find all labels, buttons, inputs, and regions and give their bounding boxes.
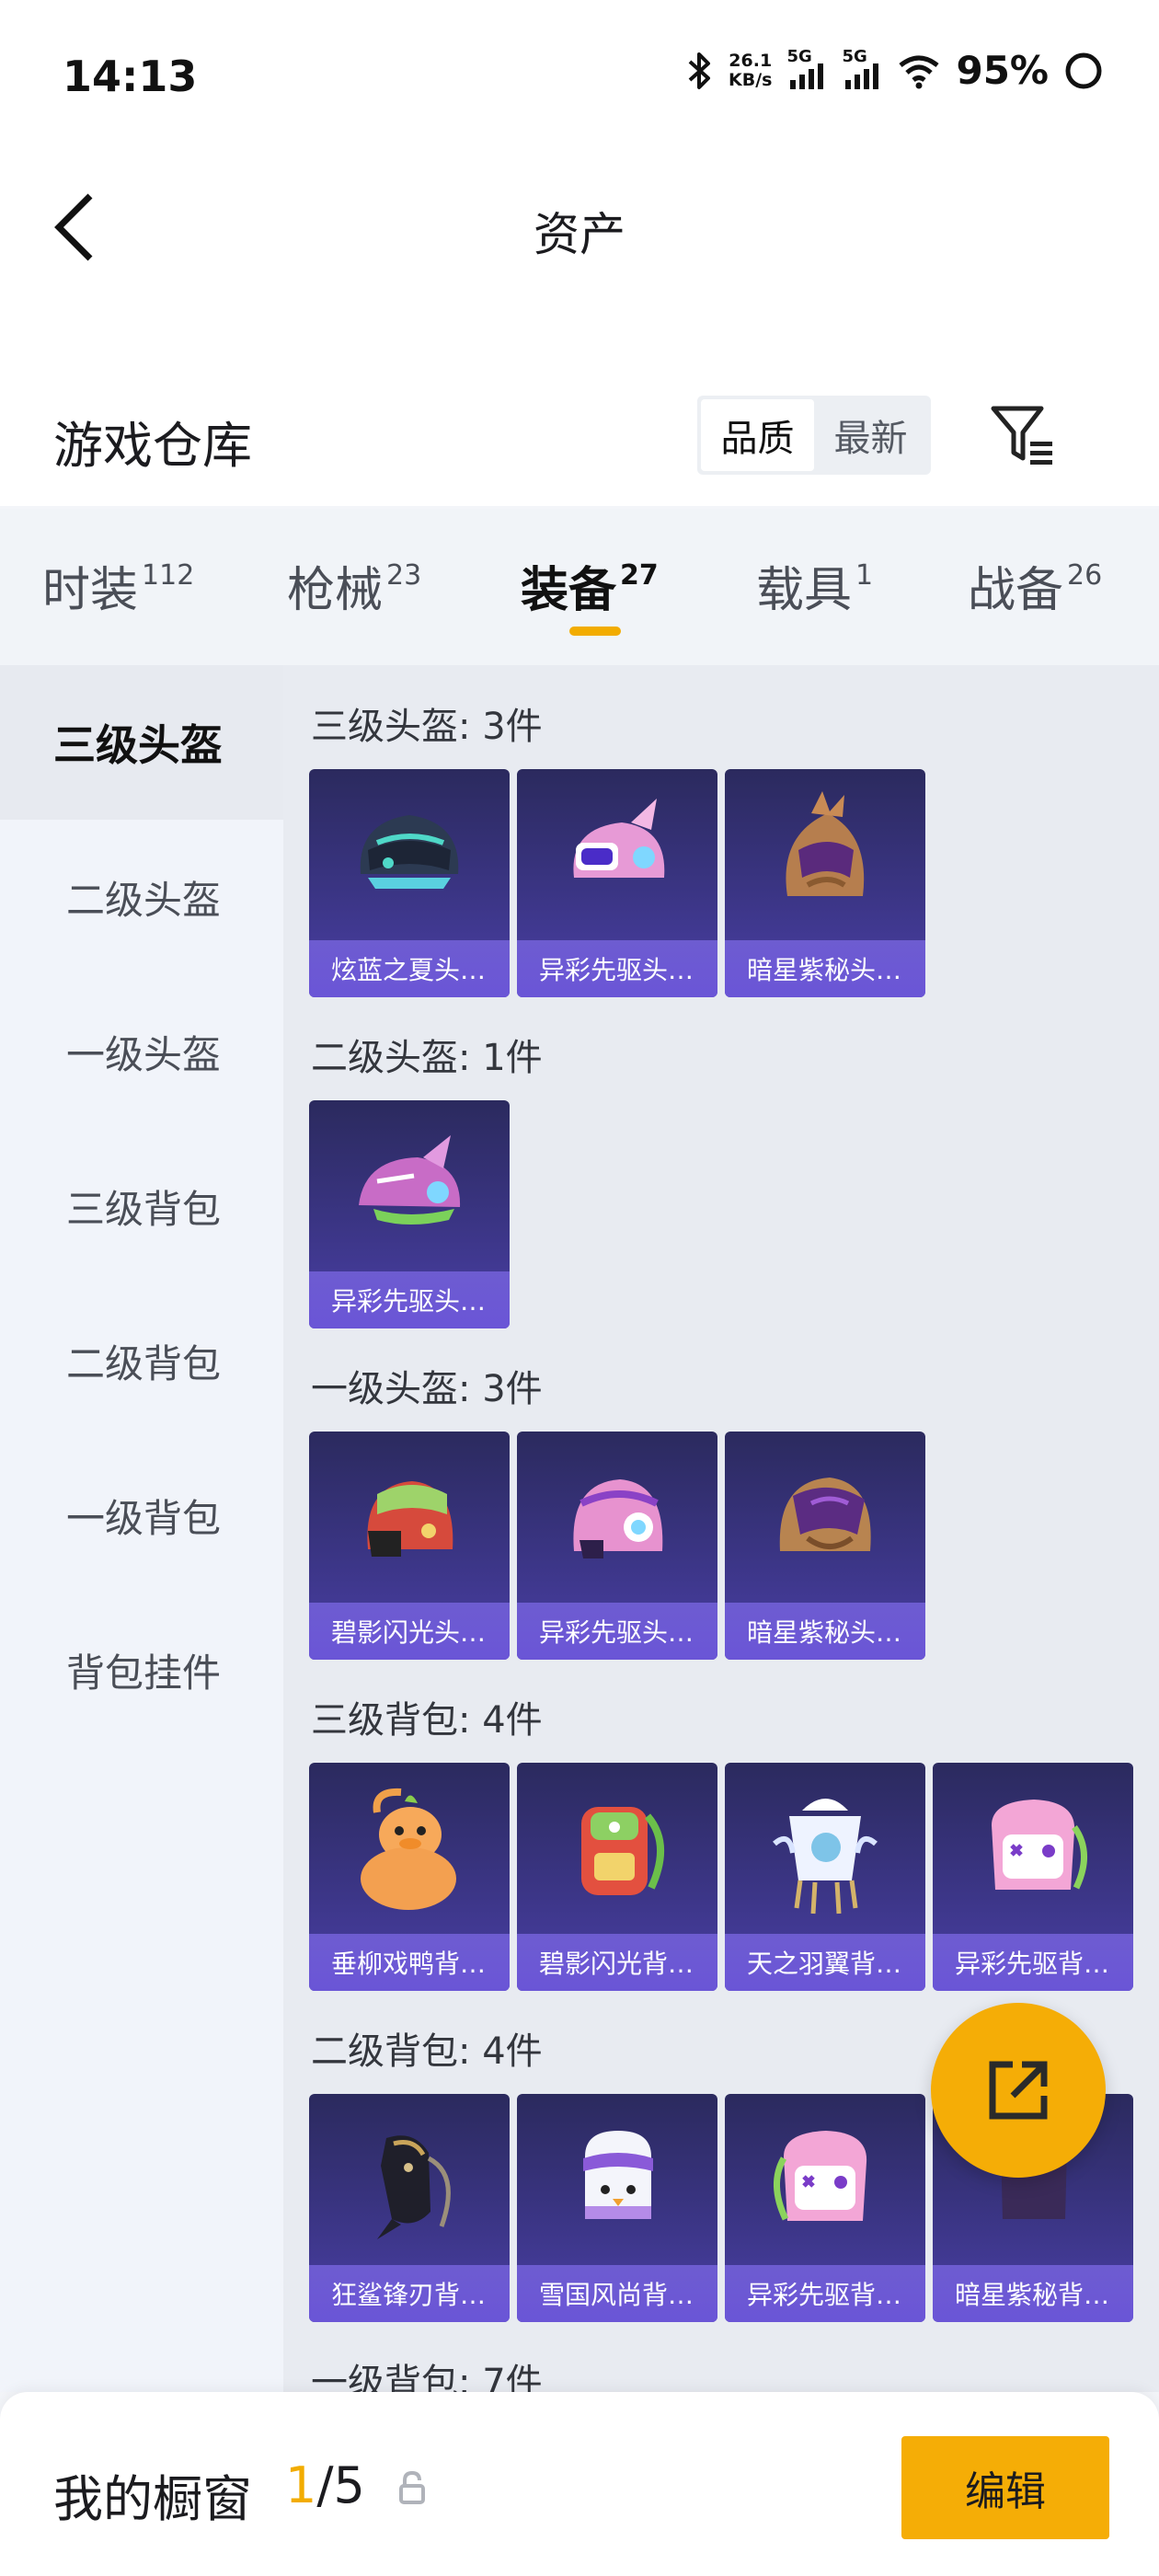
helmet-icon [779, 1478, 871, 1551]
item-name: 炫蓝之夏头… [309, 940, 510, 997]
signal-bars-icon [790, 63, 824, 89]
edit-button[interactable]: 编辑 [901, 2436, 1109, 2539]
tab-weapons[interactable]: 枪械 23 [287, 551, 421, 620]
backpack-icon [773, 2131, 867, 2221]
item-card[interactable]: 暗星紫秘头… [725, 769, 925, 997]
category-sidebar: 三级头盔 二级头盔 一级头盔 三级背包 二级背包 一级背包 背包挂件 [0, 665, 283, 2392]
status-icons: 26.1 KB/s 5G 5G 95% [686, 47, 1104, 93]
sidebar-item-lvl1-backpack[interactable]: 一级背包 [0, 1438, 283, 1593]
signal-2: 5G [842, 47, 882, 91]
showcase-label: 我的橱窗 [53, 2470, 252, 2528]
tab-supplies[interactable]: 战备 26 [968, 551, 1102, 620]
item-card[interactable]: 异彩先驱头… [517, 1432, 717, 1660]
backpack-icon [361, 1788, 456, 1910]
item-card[interactable]: 碧影闪光背… [517, 1763, 717, 1991]
group-label: 三级头盔: 3件 [311, 706, 543, 748]
group-label: 三级背包: 4件 [311, 1699, 543, 1742]
active-tab-indicator [569, 627, 621, 636]
helmet-icon [360, 815, 459, 889]
tab-fashion[interactable]: 时装 112 [42, 551, 194, 620]
item-name: 异彩先驱头… [517, 940, 717, 997]
item-name: 异彩先驱头… [309, 1271, 510, 1328]
sidebar-item-lvl3-helmet[interactable]: 三级头盔 [0, 665, 283, 820]
battery-icon [1065, 52, 1102, 88]
item-card[interactable]: 垂柳戏鸭背… [309, 1763, 510, 1991]
sidebar-item-lvl3-backpack[interactable]: 三级背包 [0, 1129, 283, 1283]
backpack-icon [583, 2131, 653, 2219]
sidebar-item-backpack-charm[interactable]: 背包挂件 [0, 1593, 283, 1747]
item-name: 暗星紫秘头… [725, 940, 925, 997]
helmet-icon [573, 1479, 663, 1558]
showcase-count: 1/5 [285, 2456, 365, 2514]
signal-bars-icon [845, 63, 879, 89]
item-name: 垂柳戏鸭背… [309, 1934, 510, 1991]
item-card[interactable]: 异彩先驱头… [517, 769, 717, 997]
item-name: 天之羽翼背… [725, 1934, 925, 1991]
sidebar-item-lvl2-helmet[interactable]: 二级头盔 [0, 820, 283, 974]
item-card[interactable]: 狂鲨锋刃背… [309, 2094, 510, 2322]
filter-icon [991, 406, 1052, 465]
group-label: 一级头盔: 3件 [311, 1368, 543, 1410]
section-title: 游戏仓库 [53, 417, 252, 475]
item-name: 异彩先驱背… [725, 2265, 925, 2322]
helmet-icon [359, 1135, 461, 1225]
lock-icon [399, 2470, 425, 2504]
backpack-icon [992, 1800, 1087, 1890]
signal-1: 5G [786, 47, 827, 91]
sidebar-item-lvl1-helmet[interactable]: 一级头盔 [0, 974, 283, 1129]
item-card[interactable]: 碧影闪光头… [309, 1432, 510, 1660]
item-name: 碧影闪光头… [309, 1603, 510, 1660]
tab-vehicles[interactable]: 载具 1 [756, 551, 873, 620]
group-label: 二级背包: 4件 [311, 2030, 543, 2073]
sort-toggle: 品质 最新 [697, 396, 931, 475]
item-name: 暗星紫秘头… [725, 1603, 925, 1660]
item-name: 异彩先驱背… [933, 1934, 1133, 1991]
page-title: 资产 [534, 208, 625, 261]
item-card[interactable]: 异彩先驱背… [933, 1763, 1133, 1991]
item-card[interactable]: 异彩先驱背… [725, 2094, 925, 2322]
item-card[interactable]: 炫蓝之夏头… [309, 769, 510, 997]
sort-option-quality[interactable]: 品质 [701, 399, 814, 471]
section-header: 游戏仓库 品质 最新 [0, 377, 1159, 497]
bottom-bar: 我的橱窗 1/5 编辑 [0, 2392, 1159, 2576]
backpack-icon [773, 1799, 878, 1915]
backpack-icon [581, 1807, 664, 1895]
helmet-icon [573, 799, 665, 878]
item-name: 碧影闪光背… [517, 1934, 717, 1991]
tab-equipment[interactable]: 装备 27 [521, 551, 659, 620]
external-link-icon [989, 2061, 1048, 2120]
status-bar: 14:13 26.1 KB/s 5G 5G 95% [0, 0, 1159, 152]
helmet-icon [786, 791, 865, 896]
share-button[interactable] [931, 2003, 1106, 2178]
category-tabs: 时装 112 枪械 23 装备 27 载具 1 战备 26 [0, 509, 1159, 665]
item-name: 雪国风尚背… [517, 2265, 717, 2322]
net-speed: 26.1 KB/s [729, 50, 773, 90]
sidebar-item-lvl2-backpack[interactable]: 二级背包 [0, 1283, 283, 1438]
backpack-icon [377, 2135, 451, 2239]
item-name: 异彩先驱头… [517, 1603, 717, 1660]
nav-bar: 资产 [0, 152, 1159, 299]
status-time: 14:13 [63, 52, 198, 101]
item-card[interactable]: 异彩先驱头… [309, 1100, 510, 1328]
helmet-icon [367, 1481, 453, 1557]
group-label: 二级头盔: 1件 [311, 1037, 543, 1079]
wifi-icon [899, 55, 940, 88]
item-card[interactable]: 天之羽翼背… [725, 1763, 925, 1991]
item-card[interactable]: 雪国风尚背… [517, 2094, 717, 2322]
item-card[interactable]: 暗星紫秘头… [725, 1432, 925, 1660]
item-name: 狂鲨锋刃背… [309, 2265, 510, 2322]
sort-option-latest[interactable]: 最新 [814, 399, 927, 471]
battery-percent: 95% [956, 48, 1049, 93]
item-name: 暗星紫秘背… [933, 2265, 1133, 2322]
filter-button[interactable] [988, 401, 1058, 471]
bluetooth-icon [688, 52, 710, 89]
